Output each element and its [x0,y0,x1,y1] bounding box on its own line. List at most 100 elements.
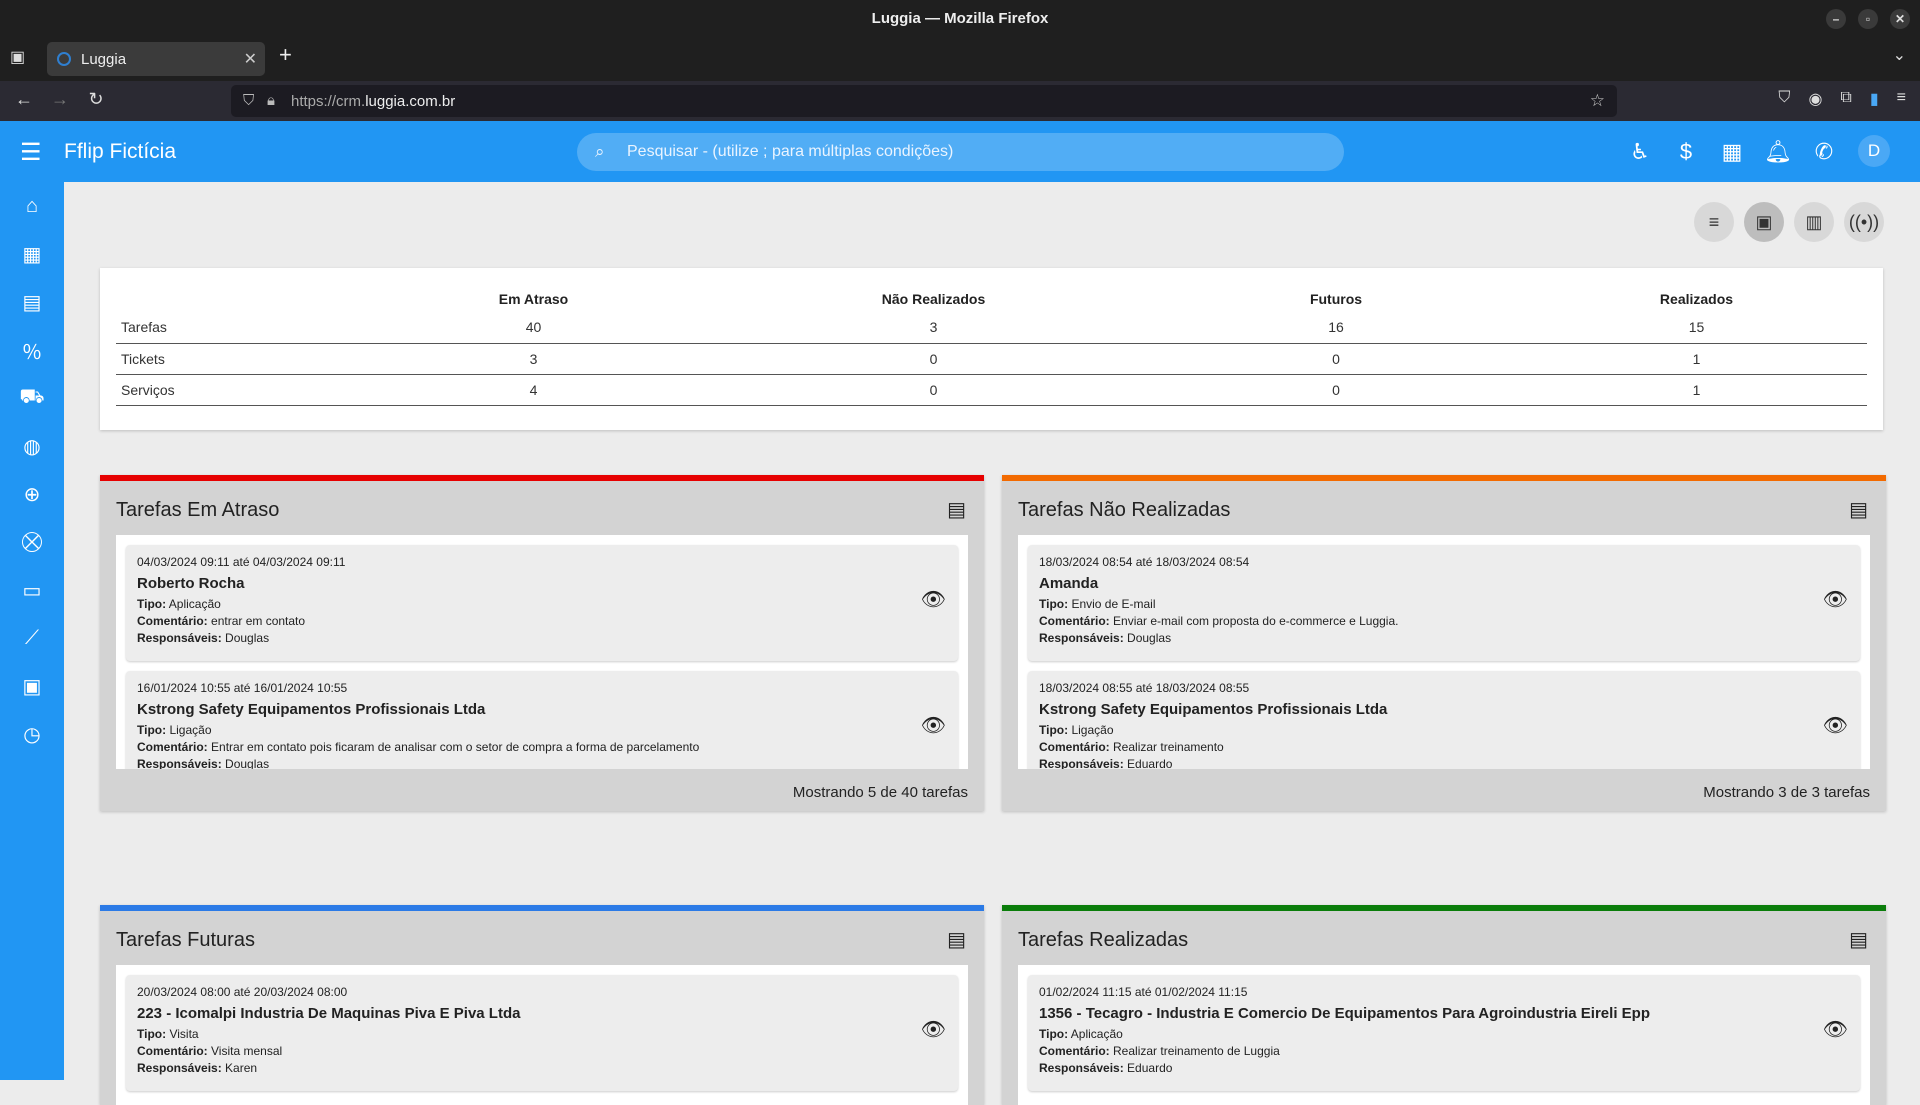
summary-table: Em Atraso Não Realizados Futuros Realiza… [116,286,1867,406]
tab-title: Luggia [81,50,127,68]
task-card[interactable]: 16/01/2024 10:55 até 16/01/2024 10:55 Ks… [126,671,958,769]
add-circle-icon[interactable]: ⊕ [16,478,48,510]
minimize-button[interactable]: – [1826,9,1846,29]
close-window-button[interactable]: ✕ [1890,9,1910,29]
tipo-value: Envio de E-mail [1071,597,1156,611]
ticket-icon[interactable]: ％ [16,334,48,366]
company-name: Fflip Fictícia [64,140,177,163]
eye-icon[interactable]: 👁︎ [1823,1017,1848,1042]
responsaveis-value: Douglas [1127,631,1172,645]
broadcast-icon[interactable]: ((•)) [1844,202,1884,242]
task-comment: Comentário: Realizar treinamento de Lugg… [1039,1044,1849,1061]
url-bar[interactable]: ⛉ 🔒︎ https://crm. luggia.com.br ☆ [231,85,1617,117]
task-list[interactable]: 18/03/2024 08:54 até 18/03/2024 08:54 Am… [1018,535,1870,769]
clipboard-icon[interactable]: ▣ [16,670,48,702]
hamburger-menu-icon[interactable]: ≡ [1897,89,1906,109]
bookmark-star-icon[interactable]: ☆ [1590,91,1605,111]
back-icon[interactable]: ← [12,89,36,110]
task-list[interactable]: 20/03/2024 08:00 até 20/03/2024 08:00 22… [116,965,968,1105]
notebook-icon[interactable]: ▤ [947,927,966,952]
summary-header: Futuros [1309,291,1363,307]
panel-color-bar [100,475,984,481]
cell-value: 4 [346,374,721,406]
filter-icon[interactable]: ≡ [1694,202,1734,242]
tipo-label: Tipo: [1039,597,1069,611]
panel-title: Tarefas Em Atraso [116,499,280,521]
eye-icon[interactable]: 👁︎ [921,1017,946,1042]
bell-icon[interactable]: 🔔︎ [1764,138,1792,166]
comentario-label: Comentário: [137,1044,208,1058]
reload-icon[interactable]: ↻ [84,89,108,110]
account-icon[interactable]: ◉ [1808,89,1822,109]
calendar-icon[interactable]: ▦ [1720,138,1744,166]
whatsapp-icon[interactable]: ✆ [1812,138,1836,166]
task-owners: Responsáveis: Douglas [1039,631,1849,648]
tab-list-icon[interactable]: ▣ [10,47,25,67]
task-card[interactable]: 18/03/2024 08:55 até 18/03/2024 08:55 Ks… [1028,671,1860,769]
task-list[interactable]: 04/03/2024 09:11 até 04/03/2024 09:11 Ro… [116,535,968,769]
extensions-icon[interactable]: ⧉ [1840,89,1851,109]
menu-icon[interactable]: ☰ [20,138,42,167]
cart-icon[interactable]: ⛒ [16,526,48,558]
browser-tab[interactable]: Luggia ✕ [47,42,265,76]
history-icon[interactable]: ◷ [16,718,48,750]
dollar-icon[interactable]: $ [1674,138,1698,166]
eye-icon[interactable]: 👁︎ [921,713,946,738]
bar-chart-icon[interactable]: ▥ [1794,202,1834,242]
accessibility-icon[interactable]: ♿︎ [1628,138,1652,166]
tipo-label: Tipo: [137,1027,167,1041]
comentario-value: Enviar e-mail com proposta do e-commerce… [1113,614,1399,628]
panel-title: Tarefas Futuras [116,929,255,951]
summary-header: Realizados [1659,291,1734,307]
eye-icon[interactable]: 👁︎ [1823,587,1848,612]
task-date: 01/02/2024 11:15 até 01/02/2024 11:15 [1039,985,1248,999]
responsaveis-label: Responsáveis: [137,1061,222,1075]
chart-line-icon[interactable]: ⟋ [16,622,48,654]
task-owners: Responsáveis: Karen [137,1061,947,1078]
calendar-icon[interactable]: ▦ [16,238,48,270]
money-icon[interactable]: ▭ [16,574,48,606]
notebook-icon[interactable]: ▤ [1849,927,1868,952]
eye-icon[interactable]: 👁︎ [921,587,946,612]
task-card[interactable]: 04/03/2024 09:11 até 04/03/2024 09:11 Ro… [126,545,958,661]
lock-icon[interactable]: 🔒︎ [267,92,275,109]
responsaveis-value: Eduardo [1127,1061,1173,1075]
task-card[interactable]: 20/03/2024 08:00 até 20/03/2024 08:00 22… [126,975,958,1091]
notebook-icon[interactable]: ▤ [947,497,966,522]
tipo-value: Aplicação [1070,1027,1123,1041]
car-icon[interactable]: ⛟ [16,382,48,414]
task-list[interactable]: 01/02/2024 11:15 até 01/02/2024 11:15 13… [1018,965,1870,1105]
extension-app-icon[interactable]: ▮ [1870,89,1879,109]
avatar[interactable]: D [1858,135,1890,167]
favicon-icon [57,52,71,66]
cell-value: 40 [346,312,721,344]
summary-row: Serviços 4 0 0 1 [116,374,1867,406]
pocket-icon[interactable]: ⛉ [1778,89,1790,109]
task-owners: Responsáveis: Eduardo [1039,1061,1849,1078]
notebook-icon[interactable]: ▤ [16,286,48,318]
eye-icon[interactable]: 👁︎ [1823,713,1848,738]
forward-icon[interactable]: → [48,89,72,110]
panel-color-bar [1002,905,1886,911]
comentario-label: Comentário: [137,740,208,754]
main-content: ≡ ▣ ▥ ((•)) Em Atraso Não Realizados Fut… [64,182,1920,1105]
task-name: Roberto Rocha [137,575,245,592]
cell-value: 0 [1146,343,1526,375]
responsaveis-label: Responsáveis: [1039,631,1124,645]
globe-icon[interactable]: ◍ [16,430,48,462]
clipboard-view-icon[interactable]: ▣ [1744,202,1784,242]
notebook-icon[interactable]: ▤ [1849,497,1868,522]
task-card[interactable]: 18/03/2024 08:54 até 18/03/2024 08:54 Am… [1028,545,1860,661]
cell-value: 0 [1146,374,1526,406]
new-tab-button[interactable]: + [279,42,292,68]
close-tab-icon[interactable]: ✕ [244,49,257,69]
window-titlebar: Luggia — Mozilla Firefox – ▫ ✕ [0,0,1920,37]
home-icon[interactable]: ⌂ [16,190,48,222]
summary-header: Não Realizados [881,291,986,307]
maximize-button[interactable]: ▫ [1858,9,1878,29]
shield-icon[interactable]: ⛉ [243,92,254,109]
chevron-down-icon[interactable]: ⌄ [1893,45,1906,65]
search-input[interactable]: ⌕ Pesquisar - (utilize ; para múltiplas … [577,133,1344,171]
task-card[interactable]: 01/02/2024 11:15 até 01/02/2024 11:15 13… [1028,975,1860,1091]
comentario-value: Visita mensal [211,1044,283,1058]
